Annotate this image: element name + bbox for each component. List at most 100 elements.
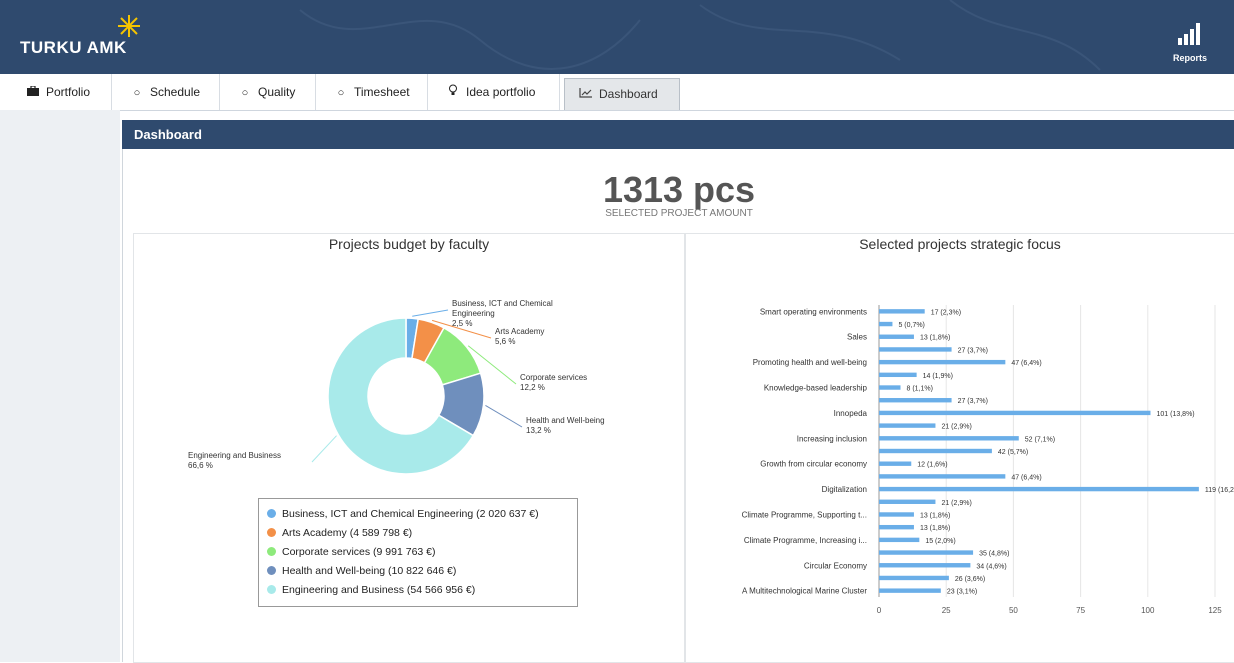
bar[interactable] xyxy=(879,563,971,568)
bar[interactable] xyxy=(879,537,920,543)
y-category-label: Promoting health and well-being xyxy=(753,358,867,367)
tab-schedule-label: Schedule xyxy=(150,85,201,99)
bar[interactable] xyxy=(879,575,949,581)
sidebar xyxy=(0,110,120,662)
x-tick-label: 125 xyxy=(1208,606,1222,615)
tab-dashboard-label: Dashboard xyxy=(599,87,658,101)
logo-text[interactable]: TURKU AMK xyxy=(20,38,127,58)
project-amount-label: SELECTED PROJECT AMOUNT xyxy=(605,208,753,219)
y-category-label: Digitalization xyxy=(822,485,867,494)
bar[interactable] xyxy=(879,321,893,327)
legend-label: Health and Well-being (10 822 646 €) xyxy=(282,565,457,577)
donut-chart: Business, ICT and Chemical Engineering2,5… xyxy=(188,299,605,475)
lightbulb-icon xyxy=(446,75,460,111)
bar[interactable] xyxy=(879,524,914,530)
legend-dot xyxy=(267,585,276,594)
donut-legend: Business, ICT and Chemical Engineering (… xyxy=(258,498,578,607)
bar[interactable] xyxy=(879,436,1019,441)
legend-item[interactable]: Business, ICT and Chemical Engineering (… xyxy=(267,505,569,524)
budget-by-faculty-card: Projects budget by faculty Business, ICT… xyxy=(133,233,685,663)
y-category-label: Growth from circular economy xyxy=(760,460,867,469)
bar[interactable] xyxy=(879,461,912,466)
bar[interactable] xyxy=(879,410,1151,416)
tab-quality[interactable]: ○ Quality xyxy=(220,74,316,110)
briefcase-icon xyxy=(26,75,40,111)
bar[interactable] xyxy=(879,372,917,378)
bar-data-label: 23 (3,1%) xyxy=(947,589,977,596)
strategic-focus-card: Selected projects strategic focus 0 25 50 7… xyxy=(685,233,1234,663)
bar-data-label: 42 (5,7%) xyxy=(998,449,1028,456)
bar-chart: 0 25 50 75 100 125 17 (2,3%) Smart operating en… xyxy=(742,305,1234,615)
header-background-pattern xyxy=(299,0,1101,71)
x-tick-label: 0 xyxy=(877,606,882,615)
legend-dot xyxy=(267,528,276,537)
signal-bars-icon xyxy=(1178,23,1200,45)
bar[interactable] xyxy=(879,588,941,593)
bar[interactable] xyxy=(879,385,901,390)
tab-idea-portfolio[interactable]: Idea portfolio xyxy=(428,74,560,110)
x-tick-label: 50 xyxy=(1009,606,1018,615)
bar[interactable] xyxy=(879,550,974,555)
bar-data-label: 47 (6,4%) xyxy=(1011,474,1041,481)
legend-label: Arts Academy (4 589 798 €) xyxy=(282,527,413,539)
tab-portfolio[interactable]: Portfolio xyxy=(0,74,112,110)
legend-item[interactable]: Health and Well-being (10 822 646 €) xyxy=(267,562,569,581)
y-category-label: Knowledge-based leadership xyxy=(764,384,868,393)
bar[interactable] xyxy=(879,347,952,352)
circle-icon: ○ xyxy=(337,87,345,99)
bar-data-label: 14 (1,9%) xyxy=(923,373,953,380)
donut-slice-pct: 5,6 % xyxy=(495,337,515,346)
bar[interactable] xyxy=(879,448,992,454)
bar[interactable] xyxy=(879,486,1199,492)
bar-data-label: 13 (1,8%) xyxy=(920,335,950,342)
bar-data-label: 8 (1,1%) xyxy=(907,386,933,393)
top-header: TURKU AMK Reports xyxy=(0,0,1234,74)
bar[interactable] xyxy=(879,499,936,504)
reports-button[interactable]: Reports xyxy=(1170,22,1210,63)
donut-label-connector xyxy=(311,435,337,463)
donut-slice-label: Health and Well-being xyxy=(526,416,605,425)
panel-title: Dashboard xyxy=(122,120,1234,149)
donut-slice-pct: 13,2 % xyxy=(526,426,551,435)
donut-slice-label: Business, ICT and Chemical Engineering xyxy=(452,299,553,318)
bar[interactable] xyxy=(879,423,936,428)
y-category-label: Circular Economy xyxy=(804,561,867,570)
x-tick-label: 25 xyxy=(942,606,951,615)
tab-dashboard[interactable]: Dashboard xyxy=(564,78,680,110)
legend-dot xyxy=(267,566,276,575)
legend-label: Business, ICT and Chemical Engineering (… xyxy=(282,508,539,520)
donut-chart-title: Projects budget by faculty xyxy=(328,236,490,252)
bar[interactable] xyxy=(879,512,914,517)
donut-slice-label: Engineering and Business xyxy=(188,451,281,460)
bar-data-label: 21 (2,9%) xyxy=(941,424,971,431)
bar[interactable] xyxy=(879,334,914,339)
line-chart-icon xyxy=(579,80,593,110)
bar-data-label: 34 (4,6%) xyxy=(976,563,1006,570)
tab-timesheet-label: Timesheet xyxy=(354,85,410,99)
tab-schedule[interactable]: ○ Schedule xyxy=(112,74,220,110)
bar-data-label: 15 (2,0%) xyxy=(925,538,955,545)
y-category-label: Sales xyxy=(847,333,867,342)
logo-sun-icon xyxy=(118,15,140,37)
bar-data-label: 5 (0,7%) xyxy=(898,322,924,329)
legend-item[interactable]: Corporate services (9 991 763 €) xyxy=(267,543,569,562)
project-amount-value: 1313 pcs xyxy=(602,169,756,210)
tab-portfolio-label: Portfolio xyxy=(46,85,91,99)
legend-item[interactable]: Engineering and Business (54 566 956 €) xyxy=(267,581,569,600)
tab-timesheet[interactable]: ○ Timesheet xyxy=(316,74,428,110)
tab-quality-label: Quality xyxy=(258,85,296,99)
bar-chart-title: Selected projects strategic focus xyxy=(859,236,1061,252)
donut-slice-label: Arts Academy xyxy=(495,327,544,336)
y-category-label: Innopeda xyxy=(834,409,868,418)
bar-data-label: 21 (2,9%) xyxy=(941,500,971,507)
bar[interactable] xyxy=(879,398,952,403)
bar[interactable] xyxy=(879,474,1006,479)
bar[interactable] xyxy=(879,309,925,314)
circle-icon: ○ xyxy=(241,87,249,99)
legend-item[interactable]: Arts Academy (4 589 798 €) xyxy=(267,524,569,543)
bar-data-label: 101 (13,8%) xyxy=(1156,411,1194,418)
bar[interactable] xyxy=(879,359,1006,365)
bar-data-label: 26 (3,6%) xyxy=(955,576,985,583)
y-category-label: A Multitechnological Marine Cluster xyxy=(742,587,867,596)
y-category-label: Climate Programme, Supporting t... xyxy=(742,510,867,519)
